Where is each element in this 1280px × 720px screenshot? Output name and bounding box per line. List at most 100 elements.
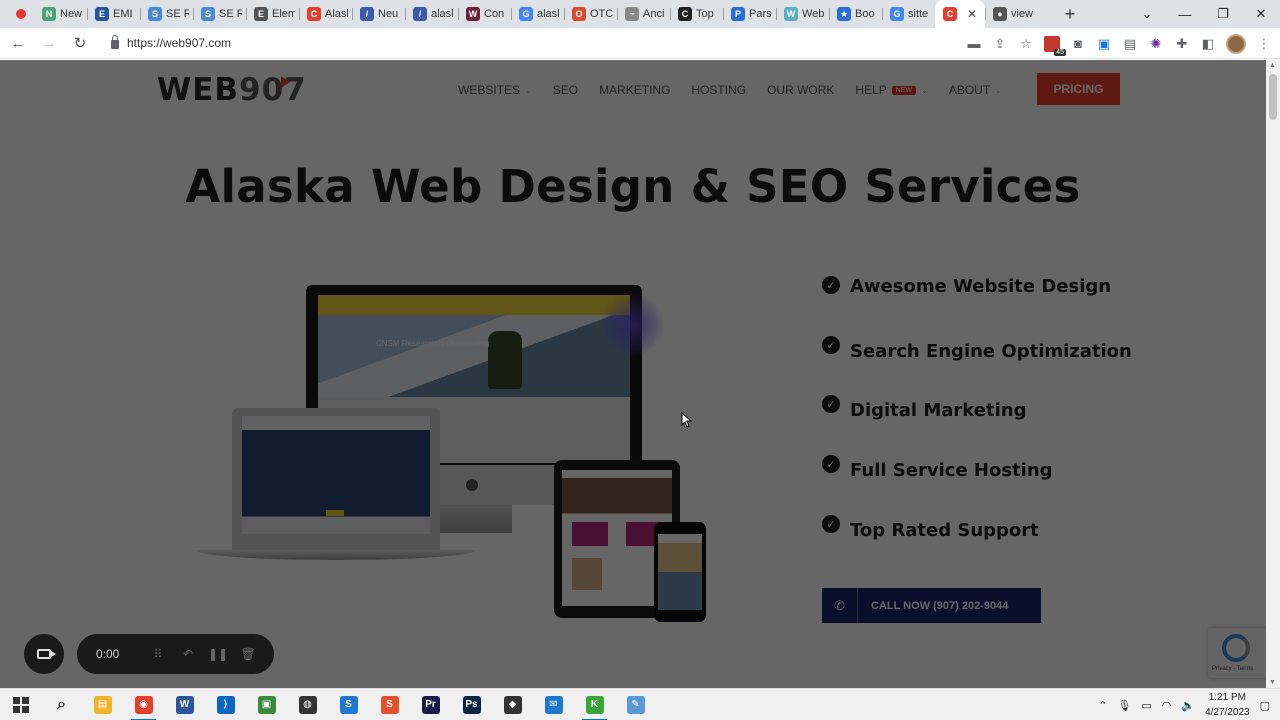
- close-tab-icon[interactable]: ✕: [967, 7, 977, 21]
- wifi-icon[interactable]: ◠: [1162, 699, 1172, 712]
- taskbar-app-photoshop[interactable]: Ps: [451, 689, 492, 720]
- undo-icon[interactable]: ↶: [180, 646, 196, 662]
- recording-timer: 0:00: [96, 647, 120, 661]
- recorder-camera-button[interactable]: [24, 634, 64, 674]
- taskbar-app-game-controller[interactable]: ◍: [287, 689, 328, 720]
- feature-label: Awesome Website Design: [850, 276, 1112, 297]
- browser-tab[interactable]: N New: [34, 0, 87, 28]
- taskbar-app-mail[interactable]: ✉: [533, 689, 574, 720]
- side-panel-icon[interactable]: ◧: [1200, 36, 1216, 52]
- camera-blocked-icon[interactable]: ▬: [966, 36, 982, 52]
- browser-tab[interactable]: P Pars: [723, 0, 776, 28]
- tab-search-chevron-icon[interactable]: ⌄: [1128, 0, 1166, 28]
- check-circle-icon: ✓: [822, 276, 840, 294]
- phone-icon: ✆: [822, 588, 858, 623]
- pause-icon[interactable]: ❚❚: [208, 646, 228, 662]
- extension-purple-icon[interactable]: ✺: [1148, 36, 1164, 52]
- browser-tab[interactable]: C Top: [670, 0, 723, 28]
- taskbar-app-word[interactable]: W: [164, 689, 205, 720]
- browser-tab[interactable]: Galasl: [511, 0, 564, 28]
- browser-tab[interactable]: ● view: [985, 0, 1038, 28]
- microphone-icon[interactable]: 🎙: [1117, 699, 1131, 712]
- notification-center-icon[interactable]: ▢: [1260, 699, 1270, 712]
- start-button[interactable]: [0, 689, 41, 720]
- browser-tab[interactable]: ~ Anci: [617, 0, 670, 28]
- browser-tab[interactable]: E Elem: [246, 0, 299, 28]
- scrollbar-thumb[interactable]: [1269, 74, 1277, 120]
- browser-tab[interactable]: W Web: [776, 0, 829, 28]
- screenshot-camera-icon[interactable]: ◙: [1070, 36, 1086, 52]
- feature-item: ✓ Search Engine Optimization: [822, 336, 1132, 362]
- address-bar[interactable]: https://web907.com: [101, 30, 1001, 56]
- call-now-button[interactable]: ✆ CALL NOW (907) 202-9044: [822, 588, 1041, 623]
- page-scrollbar[interactable]: ▲ ▼: [1266, 60, 1280, 688]
- bookmark-star-icon[interactable]: ☆: [1018, 36, 1034, 52]
- browser-tab[interactable]: W Con: [458, 0, 511, 28]
- code-extension-icon[interactable]: ▤: [1122, 36, 1138, 52]
- trash-icon[interactable]: 🗑: [240, 646, 256, 662]
- nav-item-seo[interactable]: SEO: [553, 83, 578, 97]
- recording-indicator: [0, 0, 34, 28]
- browser-menu-icon[interactable]: ⋮: [1256, 36, 1272, 52]
- browser-tab[interactable]: E EMI: [87, 0, 140, 28]
- lock-icon: [111, 35, 119, 49]
- show-hidden-icons-chevron-icon[interactable]: ⌃: [1098, 699, 1107, 712]
- recaptcha-badge[interactable]: Privacy - Terms: [1208, 628, 1266, 678]
- back-arrow-icon[interactable]: ←: [5, 30, 31, 56]
- browser-tab[interactable]: / alasl: [405, 0, 458, 28]
- browser-tab[interactable]: / Neu: [352, 0, 405, 28]
- reload-icon[interactable]: ↻: [67, 30, 93, 56]
- nav-item-about[interactable]: ABOUT ⌄: [949, 83, 1002, 97]
- browser-tab[interactable]: ★ Boo: [829, 0, 882, 28]
- taskbar-app-search[interactable]: ⌕: [41, 689, 82, 720]
- taskbar-app-premiere[interactable]: Pr: [410, 689, 451, 720]
- tab-title: Neu: [378, 8, 399, 20]
- taskbar-app-davinci[interactable]: ◆: [492, 689, 533, 720]
- browser-tab[interactable]: S SE R: [193, 0, 246, 28]
- profile-avatar[interactable]: [1226, 33, 1246, 54]
- maximize-button[interactable]: ❐: [1204, 0, 1242, 28]
- url-text[interactable]: https://web907.com: [127, 36, 231, 50]
- battery-icon[interactable]: ▭: [1141, 699, 1151, 712]
- taskbar-app-app-s-orange[interactable]: S: [369, 689, 410, 720]
- scroll-down-arrow-icon[interactable]: ▼: [1269, 679, 1276, 686]
- taskbar-clock[interactable]: 1:21 PM 4/27/2023: [1205, 690, 1250, 720]
- nav-item-marketing[interactable]: MARKETING: [599, 83, 670, 97]
- taskbar-app-file-explorer[interactable]: ▤: [82, 689, 123, 720]
- share-icon[interactable]: ⇪: [992, 36, 1008, 52]
- forward-arrow-icon[interactable]: →: [36, 30, 62, 56]
- puzzle-extensions-icon[interactable]: ✚: [1174, 36, 1190, 52]
- browser-tab[interactable]: C Alasl: [299, 0, 352, 28]
- drag-grid-icon[interactable]: ⠿: [150, 646, 166, 662]
- close-window-button[interactable]: ✕: [1242, 0, 1280, 28]
- taskbar-apps: ⌕ ▤ ◉ W ⟩ ▣ ◍ S S Pr Ps ◆ ✉ K ✎: [41, 689, 656, 720]
- nav-item-websites[interactable]: WEBSITES ⌄: [458, 83, 532, 97]
- new-tab-plus-icon[interactable]: +: [1056, 0, 1084, 28]
- taskbar-app-app-pen[interactable]: ✎: [615, 689, 656, 720]
- chevron-down-icon: ⌄: [921, 85, 928, 95]
- nav-item-help[interactable]: HELP NEW ⌄: [855, 83, 927, 97]
- taskbar-app-chrome[interactable]: ◉: [123, 689, 164, 720]
- browser-tab[interactable]: O OTC: [564, 0, 617, 28]
- taskbar-app-app-green[interactable]: ▣: [246, 689, 287, 720]
- volume-icon[interactable]: 🔈: [1181, 699, 1195, 712]
- pricing-button[interactable]: PRICING: [1037, 73, 1120, 105]
- browser-tab[interactable]: S SE R: [140, 0, 193, 28]
- taskbar-app-vscode[interactable]: ⟩: [205, 689, 246, 720]
- app-pen-icon: ✎: [626, 695, 645, 714]
- site-logo[interactable]: WEB907: [157, 72, 307, 108]
- scroll-up-arrow-icon[interactable]: ▲: [1269, 62, 1276, 69]
- browser-tab[interactable]: Gsitte: [882, 0, 935, 28]
- extension-blue-icon[interactable]: ▣: [1096, 36, 1112, 52]
- browser-tab[interactable]: C ✕: [935, 0, 985, 28]
- logo-text: WEB: [157, 72, 239, 108]
- taskbar-app-app-k[interactable]: K: [574, 689, 615, 720]
- minimize-button[interactable]: —: [1166, 0, 1204, 28]
- taskbar-app-app-s-blue[interactable]: S: [328, 689, 369, 720]
- nav-item-our-work[interactable]: OUR WORK: [767, 83, 834, 97]
- nav-item-hosting[interactable]: HOSTING: [691, 83, 746, 97]
- feature-item: ✓ Full Service Hosting: [822, 455, 1053, 481]
- extension-red-icon[interactable]: 45: [1044, 35, 1066, 56]
- nav-item-label: OUR WORK: [767, 83, 835, 97]
- app-s-blue-icon: S: [339, 695, 358, 714]
